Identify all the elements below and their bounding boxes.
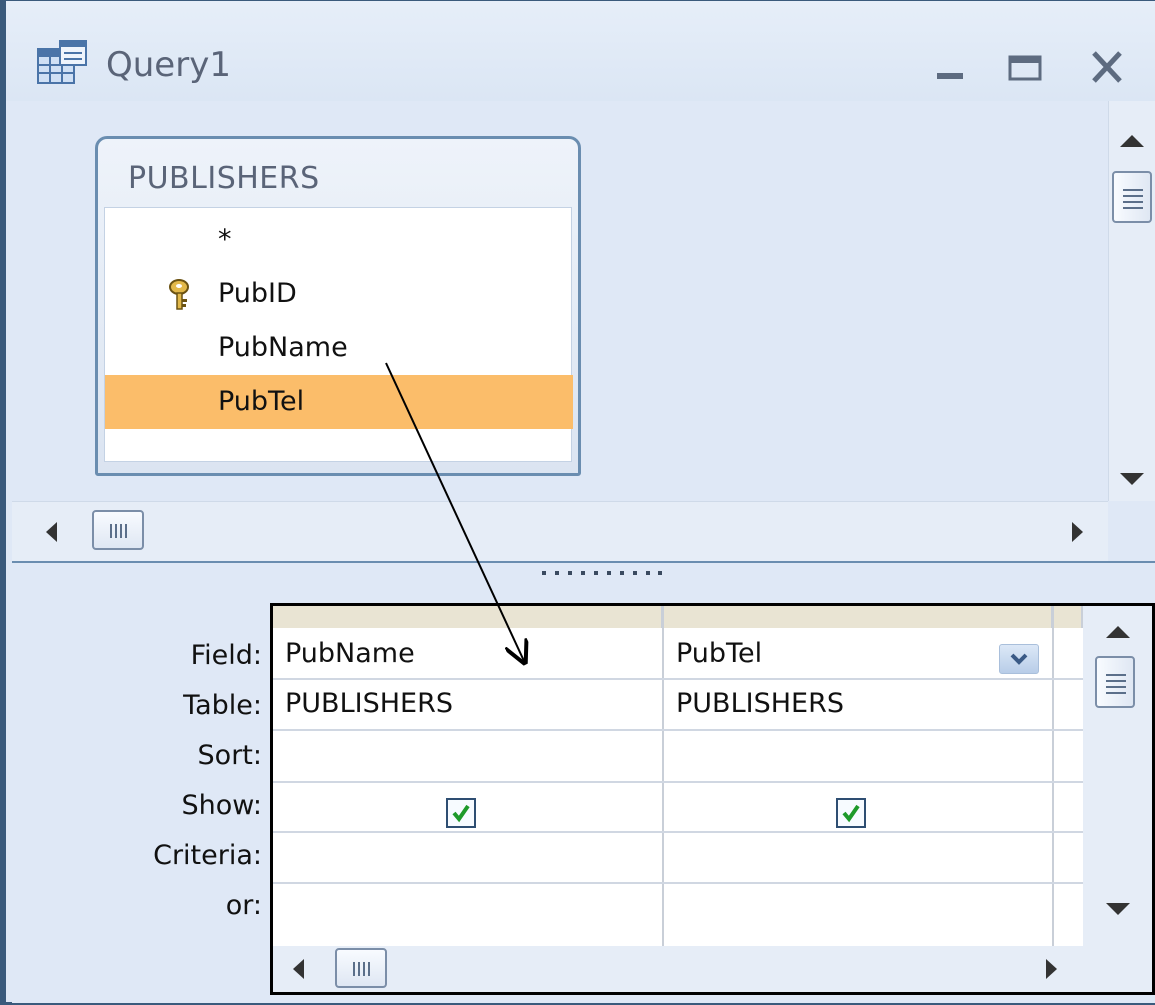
row-label-or: or:: [225, 890, 262, 921]
scroll-up-icon[interactable]: [1120, 135, 1144, 147]
field-item-all[interactable]: *: [105, 213, 573, 267]
close-icon[interactable]: [1086, 49, 1130, 85]
scroll-down-icon[interactable]: [1106, 903, 1130, 915]
scroll-down-icon[interactable]: [1120, 473, 1144, 485]
scroll-thumb[interactable]: [1095, 656, 1135, 708]
minimize-icon[interactable]: [931, 49, 975, 85]
query-design-grid-area: Field: Table: Sort: Show: Criteria: or: …: [12, 585, 1155, 1003]
scroll-thumb[interactable]: [92, 510, 144, 550]
design-vertical-scrollbar[interactable]: [1108, 101, 1155, 501]
scroll-left-icon[interactable]: [46, 522, 57, 542]
title-bar[interactable]: Query1: [6, 1, 1155, 101]
column-selector[interactable]: [1053, 606, 1083, 628]
grid-horizontal-scrollbar[interactable]: [273, 946, 1152, 992]
row-label-sort: Sort:: [197, 740, 262, 771]
field-cell[interactable]: PubTel: [676, 638, 762, 669]
scroll-left-icon[interactable]: [293, 959, 304, 979]
scroll-thumb[interactable]: [1112, 171, 1152, 223]
field-label: *: [218, 224, 232, 255]
scroll-right-icon[interactable]: [1072, 522, 1083, 542]
grid-vertical-scrollbar[interactable]: [1083, 606, 1152, 946]
field-item-pubid[interactable]: PubID: [105, 267, 573, 321]
window-title: Query1: [106, 45, 231, 85]
primary-key-icon: [169, 279, 189, 310]
column-selector[interactable]: [663, 606, 1053, 628]
scroll-thumb[interactable]: [335, 948, 387, 988]
show-checkbox[interactable]: [836, 798, 866, 828]
table-cell[interactable]: PUBLISHERS: [285, 688, 453, 719]
pane-splitter[interactable]: [12, 561, 1155, 585]
query-window: Query1 PUBLISHERS * PubID PubName PubTel…: [0, 0, 1155, 1005]
field-label: PubID: [218, 278, 297, 309]
field-dropdown-button[interactable]: [999, 644, 1039, 674]
field-list: * PubID PubName PubTel: [104, 207, 573, 462]
scroll-right-icon[interactable]: [1046, 959, 1057, 979]
row-label-criteria: Criteria:: [153, 840, 262, 871]
field-label: PubName: [218, 332, 348, 363]
query-grid: PubName PUBLISHERS PubTel PUBLISHERS: [270, 603, 1155, 995]
table-cell[interactable]: PUBLISHERS: [676, 688, 844, 719]
field-item-pubname[interactable]: PubName: [105, 321, 573, 375]
chevron-down-icon: [1010, 653, 1028, 665]
table-name: PUBLISHERS: [128, 161, 320, 196]
column-selector[interactable]: [273, 606, 663, 628]
table-design-area: PUBLISHERS * PubID PubName PubTel: [12, 101, 1108, 501]
table-field-list-window[interactable]: PUBLISHERS * PubID PubName PubTel: [95, 136, 581, 476]
field-item-pubtel[interactable]: PubTel: [105, 375, 573, 429]
show-checkbox[interactable]: [446, 798, 476, 828]
check-icon: [452, 804, 470, 823]
row-label-table: Table:: [183, 690, 262, 721]
check-icon: [842, 804, 860, 823]
row-label-field: Field:: [190, 640, 262, 671]
field-label: PubTel: [218, 386, 305, 417]
scroll-up-icon[interactable]: [1106, 626, 1130, 638]
splitter-grip[interactable]: [542, 571, 662, 575]
row-label-show: Show:: [181, 790, 262, 821]
maximize-icon[interactable]: [1006, 49, 1050, 85]
field-cell[interactable]: PubName: [285, 638, 415, 669]
query-design-icon: [37, 40, 87, 84]
design-horizontal-scrollbar[interactable]: [12, 501, 1108, 561]
